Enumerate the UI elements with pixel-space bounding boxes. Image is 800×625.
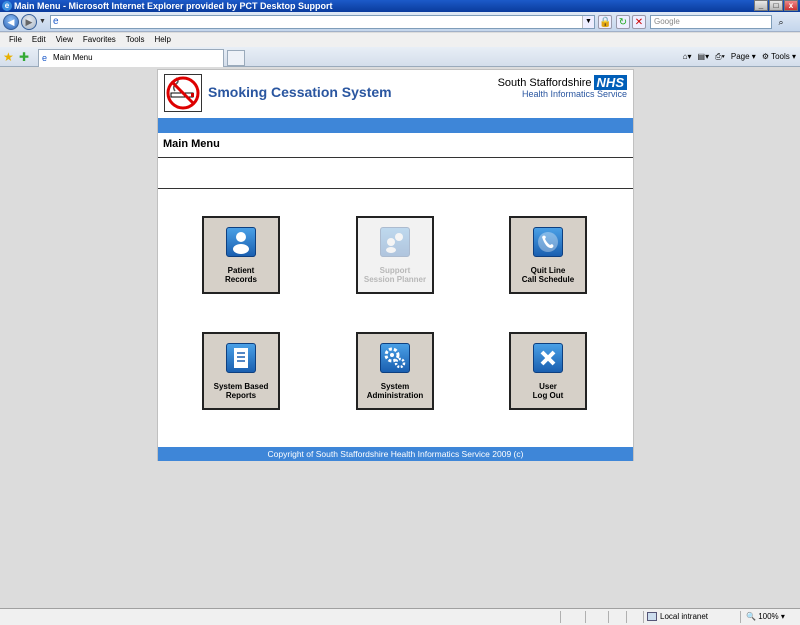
recent-pages-dropdown[interactable]: ▼ xyxy=(39,18,46,25)
tab-page-icon: e xyxy=(42,53,48,63)
app-page: Smoking Cessation System South Staffords… xyxy=(157,69,634,461)
add-favorites-icon[interactable]: ✚ xyxy=(19,50,29,64)
tile-label-line1: Support xyxy=(379,266,411,275)
menu-bar: File Edit View Favorites Tools Help xyxy=(0,33,800,47)
page-menu-label: Page xyxy=(730,52,750,61)
tile-label-line2: Records xyxy=(224,275,257,284)
tile-label-line2: Administration xyxy=(366,391,424,400)
print-icon[interactable]: ⎙▾ xyxy=(715,50,725,64)
divider xyxy=(158,157,633,158)
zone-label: Local intranet xyxy=(660,612,709,621)
security-zone[interactable]: Local intranet xyxy=(646,611,708,623)
status-divider xyxy=(608,611,609,623)
feeds-icon[interactable]: ▤▾ xyxy=(698,50,710,64)
report-icon xyxy=(226,343,256,373)
tile-label-line1: System Based xyxy=(213,382,269,391)
minimize-button[interactable]: _ xyxy=(754,0,768,11)
menu-favorites[interactable]: Favorites xyxy=(78,33,121,47)
address-dropdown-button[interactable]: ▼ xyxy=(582,16,594,28)
menu-edit[interactable]: Edit xyxy=(27,33,51,47)
tile-label-line2: Call Schedule xyxy=(521,275,575,284)
status-bar: Local intranet 🔍 100% ▾ xyxy=(0,608,800,625)
tab-label: Main Menu xyxy=(53,53,93,62)
tile-label-line1: System xyxy=(380,382,410,391)
page-icon: e xyxy=(53,16,59,27)
back-button[interactable]: ◀ xyxy=(3,14,19,30)
ie-logo-icon: e xyxy=(2,1,12,11)
tab-main-menu[interactable]: e Main Menu xyxy=(38,49,224,67)
page-footer: Copyright of South Staffordshire Health … xyxy=(158,447,633,461)
status-divider xyxy=(643,611,644,623)
tile-label-line1: User xyxy=(539,382,557,391)
browser-viewport: Smoking Cessation System South Staffords… xyxy=(0,67,800,608)
close-window-button[interactable]: x xyxy=(784,0,798,11)
tile-label-line1: Quit Line xyxy=(530,266,566,275)
tools-menu-label: Tools xyxy=(771,52,790,61)
intranet-icon xyxy=(647,612,657,621)
org-branding: South Staffordshire NHS Health Informati… xyxy=(498,75,627,99)
status-divider xyxy=(560,611,561,623)
user-log-out-button[interactable]: User Log Out xyxy=(509,332,587,410)
patient-records-button[interactable]: Patient Records xyxy=(202,216,280,294)
stop-icon[interactable]: ✕ xyxy=(632,15,646,29)
org-subtitle: Health Informatics Service xyxy=(521,89,627,99)
divider xyxy=(158,188,633,189)
tab-bar: ★ ✚ e Main Menu ⌂▾ ▤▾ ⎙▾ Page ▾ ⚙ Tools … xyxy=(0,47,800,67)
refresh-icon[interactable]: ↻ xyxy=(616,15,630,29)
zoom-value: 100% xyxy=(758,612,779,621)
lock-icon[interactable]: 🔒 xyxy=(598,15,612,29)
menu-file[interactable]: File xyxy=(4,33,27,47)
support-session-planner-button: Support Session Planner xyxy=(356,216,434,294)
person-icon xyxy=(226,227,256,257)
window-titlebar: e Main Menu - Microsoft Internet Explore… xyxy=(0,0,800,12)
phone-icon xyxy=(533,227,563,257)
no-smoking-logo-icon xyxy=(164,74,202,112)
menu-tools[interactable]: Tools xyxy=(121,33,150,47)
search-icon[interactable]: ⌕ xyxy=(774,15,788,29)
page-menu[interactable]: Page ▾ xyxy=(731,50,756,64)
header-band xyxy=(158,118,633,133)
system-administration-button[interactable]: System Administration xyxy=(356,332,434,410)
tile-label-line1: Patient xyxy=(227,266,255,275)
group-icon xyxy=(380,227,410,257)
gears-icon xyxy=(380,343,410,373)
page-title: Main Menu xyxy=(163,138,220,150)
nhs-logo: NHS xyxy=(593,75,627,90)
quit-line-call-schedule-button[interactable]: Quit Line Call Schedule xyxy=(509,216,587,294)
navigation-bar: ◀ ▶ ▼ e ▼ 🔒 ↻ ✕ Google ⌕ xyxy=(0,12,800,32)
search-input[interactable]: Google xyxy=(650,15,772,29)
status-divider xyxy=(626,611,627,623)
home-icon[interactable]: ⌂▾ xyxy=(683,50,692,64)
menu-help[interactable]: Help xyxy=(149,33,175,47)
zoom-level[interactable]: 🔍 100% ▾ xyxy=(746,611,785,623)
system-based-reports-button[interactable]: System Based Reports xyxy=(202,332,280,410)
gear-icon: ⚙ xyxy=(761,52,769,61)
status-divider xyxy=(740,611,741,623)
tile-label-line2: Reports xyxy=(225,391,257,400)
favorites-star-icon[interactable]: ★ xyxy=(3,50,14,64)
close-x-icon xyxy=(533,343,563,373)
org-name: South Staffordshire xyxy=(497,76,592,89)
menu-view[interactable]: View xyxy=(51,33,78,47)
tile-label-line2: Session Planner xyxy=(363,275,427,284)
maximize-button[interactable]: □ xyxy=(769,0,783,11)
window-title: Main Menu - Microsoft Internet Explorer … xyxy=(14,1,333,11)
new-tab-button[interactable] xyxy=(227,50,245,66)
tools-menu[interactable]: ⚙ Tools ▾ xyxy=(762,50,796,64)
tile-label-line2: Log Out xyxy=(532,391,564,400)
forward-button[interactable]: ▶ xyxy=(21,14,37,30)
app-title: Smoking Cessation System xyxy=(208,84,392,100)
status-divider xyxy=(585,611,586,623)
address-bar[interactable]: e ▼ xyxy=(50,15,595,29)
